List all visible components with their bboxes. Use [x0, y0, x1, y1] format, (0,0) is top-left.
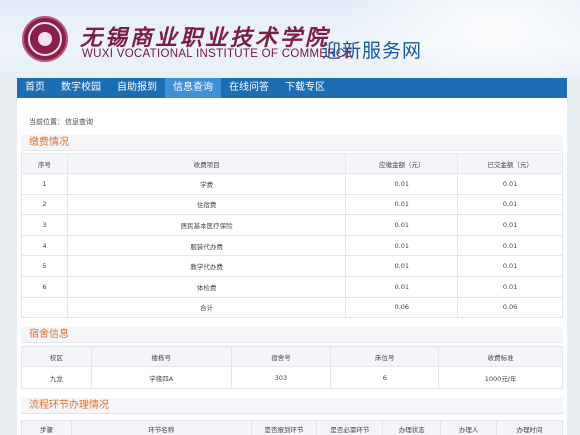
cell-due: 0.01 — [345, 173, 459, 195]
process-section-title: 流程环节办理情况 — [21, 398, 563, 414]
cell-paid: 0.01 — [457, 234, 563, 257]
column-header: 楼栋号 — [90, 346, 232, 367]
column-header: 办理时间 — [496, 420, 563, 435]
total-due: 0.06 — [345, 296, 459, 319]
nav-home[interactable]: 首页 — [17, 78, 53, 98]
cell-item: 服装代办费 — [66, 234, 347, 257]
cell-index: 5 — [21, 255, 68, 277]
column-header: 收费项目 — [66, 153, 347, 174]
nav-info-query[interactable]: 信息查询 — [165, 78, 221, 98]
cell-item: 学费 — [66, 173, 347, 195]
column-header: 是否必需环节 — [316, 420, 384, 435]
table-row: 九龙 学缘四A 303 6 1000元/年 — [21, 366, 563, 389]
cell-index: 6 — [21, 275, 68, 298]
column-header: 收费标准 — [438, 346, 563, 367]
cell-paid: 0.01 — [457, 255, 563, 277]
cell-due: 0.01 — [345, 255, 459, 277]
breadcrumb-current[interactable]: 信息查询 — [65, 118, 93, 126]
table-row: 4 服装代办费 0.01 0.01 — [21, 234, 563, 257]
school-logo-icon[interactable] — [22, 16, 68, 62]
table-row: 6 体检费 0.01 0.01 — [21, 275, 563, 298]
cell-paid: 0.01 — [457, 214, 563, 236]
cell-paid: 0.01 — [457, 173, 563, 195]
table-row: 5 教学代办费 0.01 0.01 — [21, 255, 563, 277]
column-header: 序号 — [21, 153, 68, 174]
column-header: 办理状态 — [382, 420, 442, 435]
total-label: 合计 — [66, 296, 347, 319]
cell-item: 教学代办费 — [66, 255, 347, 277]
cell-room: 303 — [230, 366, 332, 389]
column-header: 校区 — [21, 346, 92, 367]
cell-fee-standard: 1000元/年 — [438, 366, 563, 389]
column-header: 宿舍号 — [230, 346, 332, 367]
content-panel: 当前位置：信息查询 缴费情况 序号 收费项目 应缴金额（元） 已交金额（元） 1… — [17, 98, 567, 435]
main-nav: 首页 数字校园 自助报到 信息查询 在线问答 下载专区 — [17, 78, 567, 98]
cell-building: 学缘四A — [90, 366, 232, 389]
breadcrumb: 当前位置：信息查询 — [29, 117, 94, 127]
table-row: 1 学费 0.01 0.01 — [21, 173, 563, 195]
site-header: 无锡商业职业技术学院 WUXI VOCATIONAL INSTITUTE OF … — [0, 0, 580, 78]
cell-due: 0.01 — [345, 214, 459, 236]
cell-paid: 0.01 — [457, 275, 563, 298]
nav-self-checkin[interactable]: 自助报到 — [109, 78, 165, 98]
fees-table: 序号 收费项目 应缴金额（元） 已交金额（元） 1 学费 0.01 0.01 2… — [21, 153, 563, 319]
nav-digital-campus[interactable]: 数字校园 — [53, 78, 109, 98]
table-header-row: 序号 收费项目 应缴金额（元） 已交金额（元） — [21, 153, 563, 174]
cell-bed: 6 — [330, 366, 440, 389]
column-header: 已交金额（元） — [457, 153, 563, 174]
column-header: 办理人 — [440, 420, 498, 435]
column-header: 步骤 — [21, 420, 72, 435]
column-header: 应缴金额（元） — [345, 153, 459, 174]
dorm-section-title: 宿舍信息 — [21, 327, 563, 343]
process-table: 步骤 环节名称 是否报到环节 是否必需环节 办理状态 办理人 办理时间 — [21, 420, 563, 435]
brand-name-en: WUXI VOCATIONAL INSTITUTE OF COMMERCE — [82, 48, 353, 60]
table-header-row: 校区 楼栋号 宿舍号 床位号 收费标准 — [21, 346, 563, 367]
column-header: 环节名称 — [70, 420, 252, 435]
dorm-table: 校区 楼栋号 宿舍号 床位号 收费标准 九龙 学缘四A 303 6 1000元/… — [21, 346, 563, 389]
nav-online-qa[interactable]: 在线问答 — [221, 78, 277, 98]
total-row: 合计 0.06 0.06 — [21, 296, 563, 319]
cell-campus: 九龙 — [21, 366, 92, 389]
cell-index: 2 — [21, 193, 68, 216]
cell-due: 0.01 — [345, 234, 459, 257]
cell-item: 住宿费 — [66, 193, 347, 216]
cell-item: 体检费 — [66, 275, 347, 298]
cell-paid: 0.01 — [457, 193, 563, 216]
column-header: 是否报到环节 — [250, 420, 318, 435]
portal-title: 迎新服务网 — [322, 40, 423, 62]
nav-downloads[interactable]: 下载专区 — [277, 78, 333, 98]
cell-index-empty — [21, 296, 68, 319]
cell-due: 0.01 — [345, 275, 459, 298]
table-header-row: 步骤 环节名称 是否报到环节 是否必需环节 办理状态 办理人 办理时间 — [21, 420, 563, 435]
cell-index: 4 — [21, 234, 68, 257]
cell-item: 居民基本医疗保险 — [66, 214, 347, 236]
fees-section-title: 缴费情况 — [21, 135, 563, 151]
total-paid: 0.06 — [457, 296, 563, 319]
cell-due: 0.01 — [345, 193, 459, 216]
table-row: 3 居民基本医疗保险 0.01 0.01 — [21, 214, 563, 236]
cell-index: 3 — [21, 214, 68, 236]
table-row: 2 住宿费 0.01 0.01 — [21, 193, 563, 216]
column-header: 床位号 — [330, 346, 440, 367]
cell-index: 1 — [21, 173, 68, 195]
breadcrumb-label: 当前位置： — [29, 118, 64, 126]
